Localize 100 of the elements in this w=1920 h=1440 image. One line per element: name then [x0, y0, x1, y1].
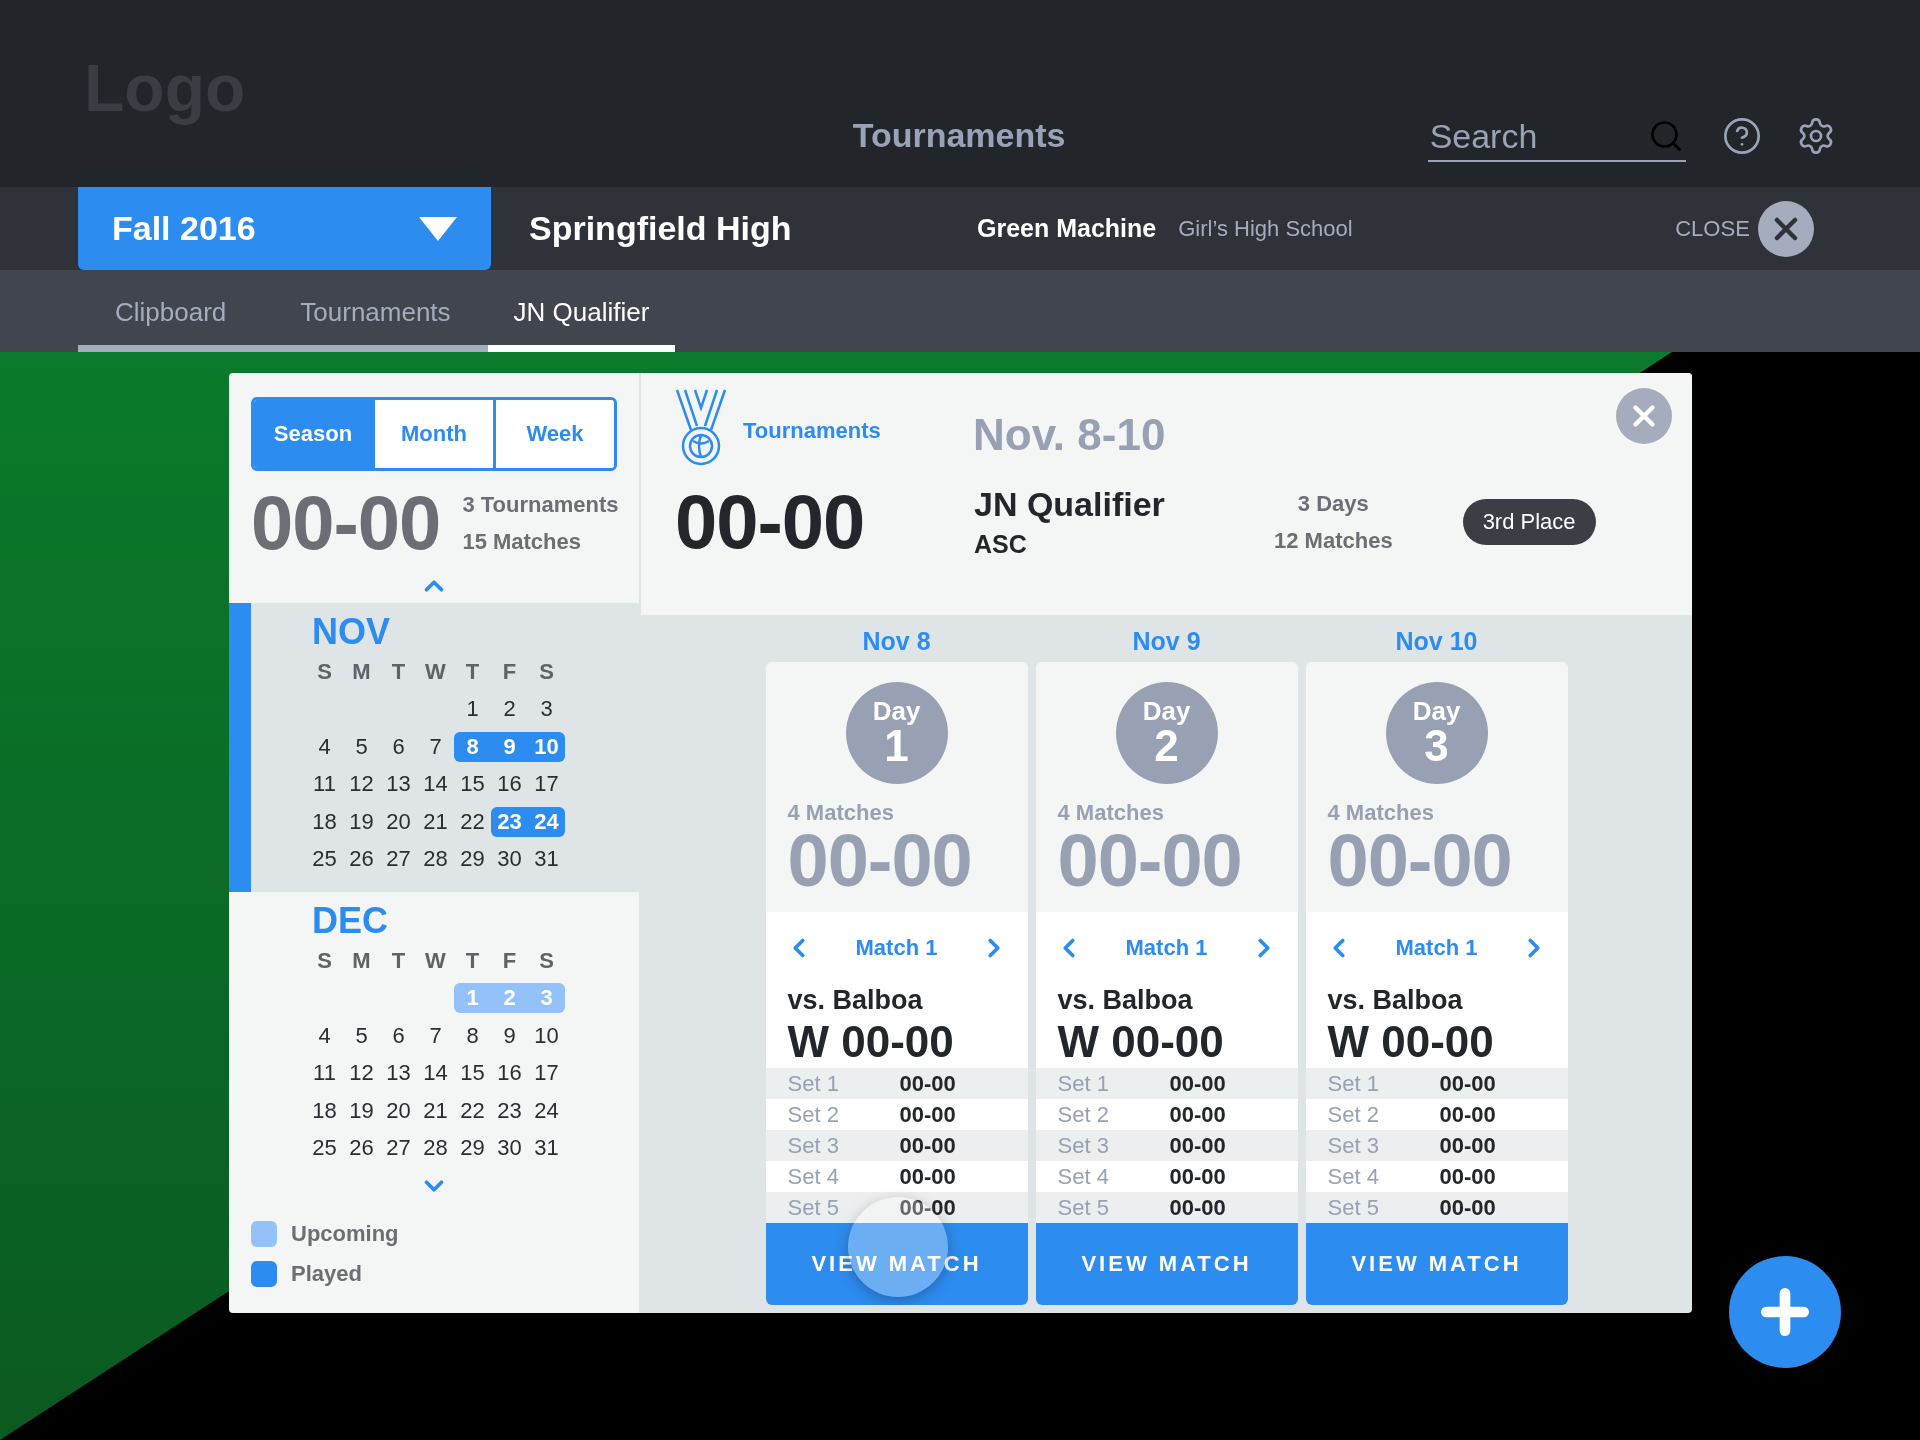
calendar-day[interactable]: 5: [343, 731, 380, 762]
calendar-day[interactable]: 12: [343, 1058, 380, 1089]
calendar-day[interactable]: 14: [417, 769, 454, 800]
day-date: Nov 9: [1132, 627, 1201, 657]
set-score: 00-00: [1169, 1101, 1226, 1128]
calendar-day[interactable]: 3: [528, 694, 565, 725]
set-label: Set 2: [787, 1101, 840, 1128]
calendar-day[interactable]: 28: [417, 844, 454, 875]
calendar-day[interactable]: 4: [306, 731, 343, 762]
calendar-day[interactable]: 23: [491, 1095, 528, 1126]
section-label: Tournaments: [743, 418, 882, 444]
calendar-day[interactable]: 18: [306, 1095, 343, 1126]
calendar-day[interactable]: 21: [417, 806, 454, 837]
help-icon[interactable]: [1722, 116, 1762, 156]
calendar-day[interactable]: 29: [454, 1133, 491, 1164]
calendar-day[interactable]: 1: [454, 694, 491, 725]
tournament-org: ASC: [974, 530, 1028, 559]
set-label: Set 5: [787, 1194, 840, 1221]
calendar-day[interactable]: 7: [417, 731, 454, 762]
calendar-day[interactable]: 11: [306, 769, 343, 800]
calendar-day[interactable]: 17: [528, 1058, 565, 1089]
match-count: 4 Matches: [1057, 800, 1165, 826]
opponent-name: vs. Balboa: [1326, 984, 1464, 1016]
set-score: 00-00: [1439, 1101, 1496, 1128]
calendar-day[interactable]: 25: [306, 1133, 343, 1164]
calendar-day[interactable]: 17: [528, 769, 565, 800]
month-name: DEC: [312, 900, 389, 942]
calendar-day[interactable]: 6: [380, 731, 417, 762]
legend-label: Played: [291, 1261, 362, 1287]
calendar-day[interactable]: 4: [306, 1020, 343, 1051]
calendar-day[interactable]: 18: [306, 806, 343, 837]
search-field[interactable]: Search: [1427, 112, 1686, 162]
calendar-day[interactable]: 16: [491, 1058, 528, 1089]
calendar-day[interactable]: 2: [491, 694, 528, 725]
tournament-stat: 12 Matches: [1274, 527, 1393, 555]
calendar-day[interactable]: 25: [306, 844, 343, 875]
calendar-day[interactable]: 13: [380, 1058, 417, 1089]
set-score: 00-00: [899, 1101, 956, 1128]
close-link[interactable]: CLOSE: [1675, 215, 1750, 242]
date-range: Nov. 8-10: [973, 410, 1166, 460]
calendar-day[interactable]: 21: [417, 1095, 454, 1126]
calendar-day[interactable]: 30: [491, 1133, 528, 1164]
tournament-name: JN Qualifier: [974, 485, 1166, 524]
calendar-day[interactable]: 8: [454, 1020, 491, 1051]
calendar-day[interactable]: 10: [528, 1020, 565, 1051]
weekday-label: S: [316, 947, 333, 974]
calendar-day[interactable]: 27: [380, 844, 417, 875]
calendar-day[interactable]: 24: [528, 1095, 565, 1126]
calendar-day[interactable]: 19: [343, 806, 380, 837]
calendar-day[interactable]: 27: [380, 1133, 417, 1164]
calendar-day[interactable]: 29: [454, 844, 491, 875]
set-score: 00-00: [899, 1163, 956, 1190]
calendar-day[interactable]: 20: [380, 1095, 417, 1126]
calendar-day[interactable]: 31: [528, 844, 565, 875]
calendar-day[interactable]: 11: [306, 1058, 343, 1089]
set-label: Set 4: [1327, 1163, 1380, 1190]
set-label: Set 3: [787, 1132, 840, 1159]
calendar-day[interactable]: 12: [343, 769, 380, 800]
calendar-day[interactable]: 30: [491, 844, 528, 875]
opponent-name: vs. Balboa: [786, 984, 924, 1016]
search-input[interactable]: Search: [1427, 115, 1648, 157]
set-score: 00-00: [1439, 1163, 1496, 1190]
calendar-day[interactable]: 26: [343, 1133, 380, 1164]
calendar-day[interactable]: 20: [380, 806, 417, 837]
set-score: 00-00: [899, 1194, 956, 1221]
calendar-day[interactable]: 14: [417, 1058, 454, 1089]
calendar-day[interactable]: 26: [343, 844, 380, 875]
match-label: Match 1: [1125, 935, 1208, 961]
calendar-day[interactable]: 15: [454, 1058, 491, 1089]
day-record: 00-00: [1327, 826, 1513, 897]
calendar-day[interactable]: 5: [343, 1020, 380, 1051]
calendar-day[interactable]: 19: [343, 1095, 380, 1126]
legend-label: Upcoming: [291, 1221, 399, 1247]
day-record: 00-00: [787, 826, 973, 897]
calendar-day[interactable]: 7: [417, 1020, 454, 1051]
weekday-label: M: [351, 658, 372, 685]
calendar-day[interactable]: 16: [491, 769, 528, 800]
season-stat: 3 Tournaments: [462, 491, 619, 519]
calendar-day[interactable]: 6: [380, 1020, 417, 1051]
calendar-day[interactable]: 13: [380, 769, 417, 800]
calendar-day[interactable]: 28: [417, 1133, 454, 1164]
match-result: W 00-00: [786, 1016, 955, 1068]
match-label: Match 1: [1395, 935, 1478, 961]
calendar-day[interactable]: 22: [454, 806, 491, 837]
weekday-label: T: [390, 658, 407, 685]
weekday-label: W: [424, 658, 447, 685]
set-label: Set 2: [1057, 1101, 1110, 1128]
weekday-label: F: [501, 947, 518, 974]
set-label: Set 3: [1057, 1132, 1110, 1159]
page-title: Tournaments: [851, 116, 1067, 155]
weekday-label: T: [464, 947, 481, 974]
calendar-day[interactable]: 31: [528, 1133, 565, 1164]
weekday-label: S: [538, 947, 555, 974]
calendar-day[interactable]: 9: [491, 1020, 528, 1051]
set-score: 00-00: [1439, 1194, 1496, 1221]
calendar-day[interactable]: 22: [454, 1095, 491, 1126]
set-label: Set 5: [1057, 1194, 1110, 1221]
weekday-label: T: [464, 658, 481, 685]
team-division: Girl’s High School: [1178, 215, 1354, 242]
calendar-day[interactable]: 15: [454, 769, 491, 800]
